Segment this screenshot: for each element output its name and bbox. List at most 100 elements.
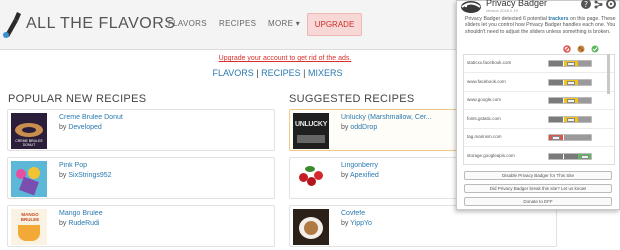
slider-segment: [563, 135, 578, 140]
nav-recipes-link[interactable]: RECIPES: [219, 19, 256, 28]
recipe-title-link[interactable]: Unlucky (Marshmallow, Cer...: [341, 114, 432, 121]
recipe-card[interactable]: Covfefe by YippYo: [289, 205, 557, 247]
svg-text:?: ?: [584, 0, 588, 9]
popup-description: Privacy Badger detected 6 potential trac…: [465, 16, 617, 35]
popup-version: version 2018.2.19: [486, 8, 518, 13]
author-link[interactable]: Apexified: [350, 172, 379, 179]
slider-segment: [578, 135, 591, 140]
by-label: by: [59, 220, 67, 227]
recipe-byline: by SixStrings952: [59, 172, 112, 179]
slider-segment: [549, 98, 563, 103]
slider-segment: [549, 61, 563, 66]
tracker-slider[interactable]: [548, 134, 592, 141]
recipe-card[interactable]: MANGO BRULEE Mango Brulee by RudeRudi: [7, 205, 275, 247]
tracker-row: fonts.gstatic.com: [464, 111, 614, 129]
by-label: by: [341, 124, 349, 131]
tracker-domain: staticxx.facebook.com: [467, 60, 512, 65]
tracker-slider[interactable]: [548, 115, 592, 123]
recipe-byline: by Developed: [59, 124, 102, 131]
cookie-legend-icon: [577, 45, 585, 53]
slider-handle[interactable]: [552, 136, 560, 140]
tracker-domain: www.facebook.com: [467, 78, 506, 84]
nav-flavors-link[interactable]: FLAVORS: [168, 19, 207, 28]
slider-handle[interactable]: [566, 117, 575, 122]
recipe-title-link[interactable]: Mango Brulee: [59, 210, 103, 217]
allow-legend-icon: [591, 45, 599, 53]
report-broken-site-button[interactable]: Did Privacy Badger break this site? Let …: [464, 184, 612, 193]
block-legend-icon: [563, 45, 571, 53]
author-link[interactable]: RudeRudi: [68, 220, 99, 227]
recipe-byline: by oddDrop: [341, 124, 377, 131]
nav-more-dropdown[interactable]: MORE ▾: [268, 19, 300, 28]
tracker-slider[interactable]: [548, 97, 592, 104]
trackers-link[interactable]: trackers: [548, 16, 568, 22]
author-link[interactable]: Developed: [68, 124, 101, 131]
tracker-row: staticxx.facebook.com: [464, 55, 614, 73]
flavors-link[interactable]: FLAVORS: [212, 68, 253, 78]
recipe-byline: by YippYo: [341, 220, 372, 227]
recipe-thumbnail[interactable]: MANGO BRULEE: [11, 209, 47, 245]
recipe-thumbnail[interactable]: CREME BRULEE DONUT: [11, 113, 47, 149]
slider-segment: [549, 116, 563, 122]
brand-title[interactable]: ALL THE FLAVORS: [26, 15, 175, 33]
badger-logo-icon: [461, 1, 481, 13]
disable-for-site-button[interactable]: Disable Privacy Badger for This Site: [464, 171, 612, 180]
popular-recipes-heading: POPULAR NEW RECIPES: [8, 93, 147, 105]
recipe-thumbnail[interactable]: [11, 161, 47, 197]
dropper-logo-icon[interactable]: [2, 9, 22, 39]
tracker-domain: tag.marinsm.com: [467, 134, 502, 139]
slider-segment: [578, 116, 591, 122]
tracker-slider[interactable]: [548, 60, 592, 67]
slider-segment: [549, 153, 563, 159]
author-link[interactable]: SixStrings952: [68, 172, 111, 179]
tracker-domain: fonts.gstatic.com: [467, 115, 501, 121]
tracker-domain: storage.googleapis.com: [467, 152, 515, 158]
upgrade-button[interactable]: UPGRADE: [307, 13, 362, 36]
slider-handle[interactable]: [566, 80, 575, 85]
donate-button[interactable]: Donate to EFF: [464, 197, 612, 206]
recipe-thumbnail[interactable]: UNLUCKY: [293, 113, 329, 149]
gear-icon[interactable]: [606, 0, 616, 9]
tracker-list-scrollbar[interactable]: [607, 54, 610, 94]
slider-segment: [578, 98, 591, 103]
recipe-card[interactable]: Pink Pop by SixStrings952: [7, 157, 275, 199]
tracker-row: tag.marinsm.com: [464, 129, 614, 147]
thumbnail-caption: CREME BRULEE DONUT: [15, 139, 43, 147]
author-link[interactable]: oddDrop: [350, 124, 377, 131]
thumbnail-caption: MANGO BRULEE: [20, 212, 40, 222]
thumbnail-caption: UNLUCKY: [294, 121, 328, 128]
suggested-recipes-heading: SUGGESTED RECIPES: [289, 93, 415, 105]
recipes-link[interactable]: RECIPES: [261, 68, 301, 78]
author-link[interactable]: YippYo: [350, 220, 372, 227]
popup-title: Privacy Badger: [486, 0, 548, 8]
tracker-row: storage.googleapis.com: [464, 148, 614, 165]
slider-segment: [549, 79, 563, 85]
slider-handle[interactable]: [581, 154, 590, 159]
by-label: by: [341, 172, 349, 179]
link-separator: |: [300, 68, 309, 78]
slider-segment: [578, 79, 591, 85]
help-icon[interactable]: ?: [581, 0, 591, 9]
recipe-title-link[interactable]: Creme Brulee Donut: [59, 114, 123, 121]
mixers-link[interactable]: MIXERS: [308, 68, 343, 78]
by-label: by: [59, 124, 67, 131]
recipe-title-link[interactable]: Lingonberry: [341, 162, 378, 169]
recipe-byline: by RudeRudi: [59, 220, 100, 227]
tracker-slider[interactable]: [548, 78, 592, 86]
by-label: by: [59, 172, 67, 179]
recipe-thumbnail[interactable]: [293, 209, 329, 245]
description-text: Privacy Badger detected 6 potential: [465, 16, 549, 22]
tracker-slider[interactable]: [548, 152, 592, 160]
popup-toolbar: ?: [581, 0, 616, 9]
slider-handle[interactable]: [566, 62, 575, 66]
recipe-title-link[interactable]: Pink Pop: [59, 162, 87, 169]
recipe-title-link[interactable]: Covfefe: [341, 210, 365, 217]
slider-handle[interactable]: [566, 99, 575, 103]
share-icon[interactable]: [594, 0, 603, 9]
slider-segment: [563, 153, 578, 159]
privacy-badger-popup: Privacy Badger version 2018.2.19 ? Priva…: [456, 0, 620, 210]
slider-segment: [578, 61, 591, 66]
tracker-list[interactable]: staticxx.facebook.com www.facebook.com www…: [463, 54, 615, 165]
recipe-card[interactable]: CREME BRULEE DONUT Creme Brulee Donut by…: [7, 109, 275, 151]
recipe-thumbnail[interactable]: [293, 161, 329, 197]
